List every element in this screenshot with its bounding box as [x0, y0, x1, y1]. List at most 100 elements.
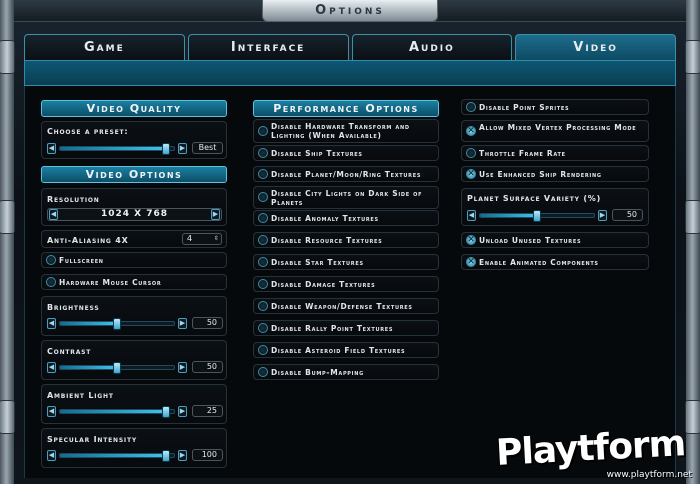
slider-right-arrow-icon[interactable]: ▶	[178, 406, 187, 417]
enhanced-ship-rendering-row[interactable]: Use Enhanced Ship Rendering	[461, 166, 649, 182]
perf-checkbox[interactable]	[258, 126, 268, 136]
slider-thumb[interactable]	[162, 450, 171, 462]
hardware-cursor-label: Hardware Mouse Cursor	[59, 278, 162, 287]
perf-checkbox[interactable]	[258, 148, 268, 158]
perf-item-row[interactable]: Disable Ship Textures	[253, 145, 439, 161]
resolution-panel: Resolution ◀ 1024 X 768 ▶	[41, 188, 227, 226]
stepper-arrows-icon[interactable]: ⇳	[214, 234, 219, 244]
slider-fill	[60, 147, 167, 150]
rail-knob	[685, 40, 700, 74]
perf-checkbox[interactable]	[258, 235, 268, 245]
slider-thumb[interactable]	[162, 406, 171, 418]
animated-components-row[interactable]: Enable Animated Components	[461, 254, 649, 270]
slider-thumb[interactable]	[113, 318, 121, 330]
hardware-cursor-row[interactable]: Hardware Mouse Cursor	[41, 274, 227, 290]
perf-item-label: Disable Damage Textures	[271, 280, 376, 289]
preset-value[interactable]: Best	[192, 142, 223, 154]
preset-slider[interactable]: ◀ ▶	[47, 143, 187, 155]
specular-intensity-slider[interactable]: ◀ ▶	[47, 450, 187, 462]
perf-item-row[interactable]: Disable Resource Textures	[253, 232, 439, 248]
slider-thumb[interactable]	[113, 362, 121, 374]
slider-left-arrow-icon[interactable]: ◀	[47, 143, 56, 154]
ambient-light-slider[interactable]: ◀ ▶	[47, 406, 187, 418]
perf-item-label: Disable Asteroid Field Textures	[271, 346, 406, 355]
planet-variety-value[interactable]: 50	[612, 209, 643, 221]
perf-checkbox[interactable]	[258, 279, 268, 289]
point-sprites-row[interactable]: Disable Point Sprites	[461, 99, 649, 115]
slider-track[interactable]	[59, 143, 175, 155]
ambient-light-value[interactable]: 25	[192, 405, 223, 417]
unload-textures-row[interactable]: Unload Unused Textures	[461, 232, 649, 248]
slider-left-arrow-icon[interactable]: ◀	[47, 318, 56, 329]
throttle-frame-rate-checkbox[interactable]	[466, 148, 476, 158]
slider-track[interactable]	[59, 318, 175, 330]
mixed-vertex-row[interactable]: Allow Mixed Vertex Processing Mode	[461, 120, 649, 142]
fullscreen-checkbox[interactable]	[46, 255, 56, 265]
perf-item-row[interactable]: Disable Hardware Transform and Lighting …	[253, 119, 439, 143]
performance-options-header: Performance Options	[253, 100, 439, 117]
rail-knob	[685, 200, 700, 234]
perf-item-label: Disable Bump-Mapping	[271, 368, 364, 377]
hardware-cursor-checkbox[interactable]	[46, 277, 56, 287]
perf-item-row[interactable]: Disable Star Textures	[253, 254, 439, 270]
perf-item-row[interactable]: Disable Anomaly Textures	[253, 210, 439, 226]
planet-variety-label: Planet Surface Variety (%)	[467, 194, 602, 203]
tab-game[interactable]: Game	[24, 34, 185, 60]
perf-checkbox[interactable]	[258, 345, 268, 355]
tab-bar: Game Interface Audio Video	[24, 34, 676, 60]
fullscreen-row[interactable]: Fullscreen	[41, 252, 227, 268]
enhanced-ship-rendering-checkbox[interactable]	[466, 168, 476, 180]
slider-right-arrow-icon[interactable]: ▶	[178, 318, 187, 329]
perf-checkbox[interactable]	[258, 169, 268, 179]
slider-track[interactable]	[59, 406, 175, 418]
perf-item-row[interactable]: Disable Planet/Moon/Ring Textures	[253, 166, 439, 182]
perf-item-row[interactable]: Disable City Lights on Dark Side of Plan…	[253, 186, 439, 209]
brightness-slider[interactable]: ◀ ▶	[47, 318, 187, 330]
tab-video[interactable]: Video	[515, 34, 676, 60]
planet-variety-slider[interactable]: ◀ ▶	[467, 210, 607, 222]
perf-checkbox[interactable]	[258, 192, 268, 202]
slider-right-arrow-icon[interactable]: ▶	[178, 143, 187, 154]
slider-left-arrow-icon[interactable]: ◀	[47, 450, 56, 461]
perf-item-row[interactable]: Disable Rally Point Textures	[253, 320, 439, 336]
perf-checkbox[interactable]	[258, 213, 268, 223]
resolution-dropdown[interactable]: ◀ 1024 X 768 ▶	[47, 208, 222, 221]
specular-intensity-value[interactable]: 100	[192, 449, 223, 461]
slider-right-arrow-icon[interactable]: ▶	[178, 362, 187, 373]
slider-left-arrow-icon[interactable]: ◀	[47, 406, 56, 417]
contrast-value[interactable]: 50	[192, 361, 223, 373]
mixed-vertex-checkbox[interactable]	[466, 125, 476, 137]
perf-item-row[interactable]: Disable Asteroid Field Textures	[253, 342, 439, 358]
tab-interface[interactable]: Interface	[187, 34, 349, 60]
slider-track[interactable]	[59, 362, 175, 374]
perf-item-row[interactable]: Disable Bump-Mapping	[253, 364, 439, 380]
slider-thumb[interactable]	[162, 143, 171, 155]
animated-components-checkbox[interactable]	[466, 256, 476, 268]
dropdown-right-arrow-icon[interactable]: ▶	[211, 209, 220, 220]
slider-right-arrow-icon[interactable]: ▶	[598, 210, 607, 221]
point-sprites-checkbox[interactable]	[466, 102, 476, 112]
slider-thumb[interactable]	[533, 210, 541, 222]
rail-knob	[0, 40, 15, 74]
perf-checkbox[interactable]	[258, 323, 268, 333]
perf-checkbox[interactable]	[258, 367, 268, 377]
unload-textures-checkbox[interactable]	[466, 234, 476, 246]
slider-left-arrow-icon[interactable]: ◀	[467, 210, 476, 221]
brightness-value[interactable]: 50	[192, 317, 223, 329]
throttle-frame-rate-row[interactable]: Throttle Frame Rate	[461, 145, 649, 161]
enhanced-ship-rendering-label: Use Enhanced Ship Rendering	[479, 170, 602, 179]
contrast-slider[interactable]: ◀ ▶	[47, 362, 187, 374]
perf-checkbox[interactable]	[258, 301, 268, 311]
slider-left-arrow-icon[interactable]: ◀	[47, 362, 56, 373]
perf-item-row[interactable]: Disable Weapon/Defense Textures	[253, 298, 439, 314]
perf-item-row[interactable]: Disable Damage Textures	[253, 276, 439, 292]
unload-textures-label: Unload Unused Textures	[479, 236, 582, 245]
slider-right-arrow-icon[interactable]: ▶	[178, 450, 187, 461]
slider-track[interactable]	[479, 210, 595, 222]
perf-checkbox[interactable]	[258, 257, 268, 267]
slider-track[interactable]	[59, 450, 175, 462]
tab-audio[interactable]: Audio	[351, 34, 513, 60]
antialias-stepper[interactable]: 4 ⇳	[182, 233, 222, 245]
video-quality-header: Video Quality	[41, 100, 227, 117]
preset-panel: Choose a preset: ◀ ▶ Best	[41, 121, 227, 159]
